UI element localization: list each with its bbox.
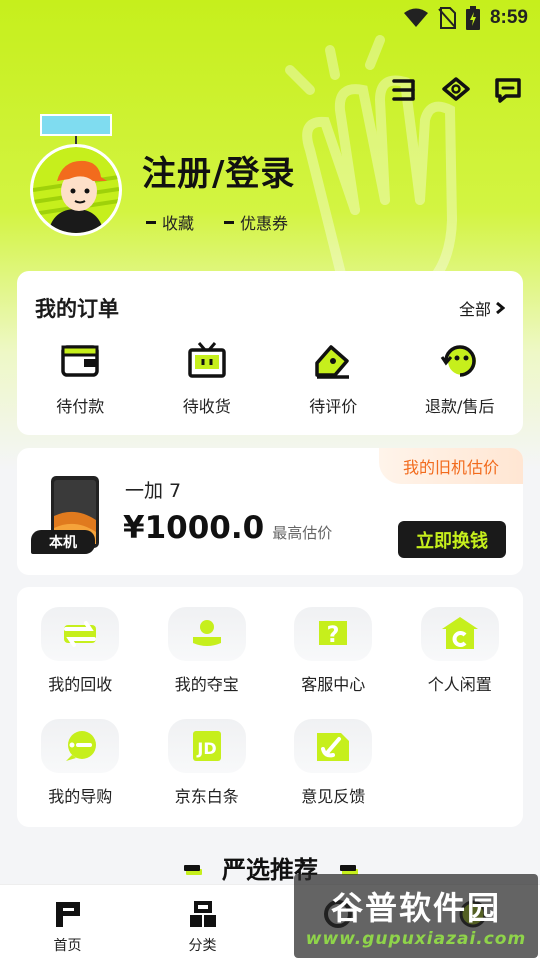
service-jd-baitiao[interactable]: JD 京东白条 [144,719,271,807]
tv-box-icon [188,342,226,378]
scan-button[interactable] [390,76,418,104]
no-sim-icon [438,7,456,29]
avatar-cartoon-icon [33,147,119,233]
device-tag: 本机 [31,530,95,554]
orders-title: 我的订单 [35,297,119,321]
service-personal-idle[interactable]: 个人闲置 [397,607,524,695]
service-label: 京东白条 [174,787,239,806]
service-label: 我的回收 [48,675,113,694]
wallet-icon [61,345,99,377]
order-item-label: 退款/售后 [425,397,495,416]
service-customer-center[interactable]: ? 客服中心 [270,607,397,695]
chevron-right-icon [496,301,505,315]
order-pending-payment[interactable]: 待付款 [17,341,144,417]
order-item-label: 待付款 [56,397,105,416]
order-pending-receipt[interactable]: 待收货 [144,341,271,417]
settings-icon [442,77,470,101]
avatar-area[interactable] [30,114,122,236]
order-item-label: 待收货 [182,397,231,416]
home-icon [55,902,80,927]
device-name: 一加 7 [125,480,182,502]
chat-guide-icon [66,731,97,761]
pen-review-icon [315,345,350,379]
svg-text:?: ? [327,623,340,648]
feedback-icon [317,733,350,761]
service-my-recycle[interactable]: 我的回收 [17,607,144,695]
service-label: 我的夺宝 [174,675,239,694]
wifi-icon [403,8,428,27]
watermark-title: 谷普软件园 [330,889,501,927]
status-time: 8:59 [489,7,528,28]
service-feedback[interactable]: 意见反馈 [270,719,397,807]
dash-icon [340,864,356,871]
message-icon [495,78,521,103]
dash-icon [146,220,156,224]
avatar-tag [40,114,112,136]
svg-text:JD: JD [196,739,216,758]
orders-all-label: 全部 [458,300,491,319]
price-note: 最高估价 [272,524,333,542]
nav-home[interactable]: 首页 [0,885,135,960]
watermark-url: www.gupuxiazai.com [305,929,527,949]
nav-category[interactable]: 分类 [135,885,270,960]
battery-charging-icon [465,6,480,30]
profile-quick-links: 收藏 优惠券 [146,210,288,234]
jd-icon: JD [192,731,221,761]
help-icon: ? [319,621,348,648]
order-refund[interactable]: 退款/售后 [397,341,524,417]
settings-button[interactable] [442,76,470,104]
nav-label: 首页 [53,938,82,954]
login-link[interactable]: 注册/登录 [142,146,295,195]
dash-icon [184,864,200,871]
scan-icon [392,79,415,101]
service-label: 个人闲置 [427,675,492,694]
order-item-label: 待评价 [309,397,358,416]
service-label: 客服中心 [301,675,366,694]
dash-icon [224,220,235,224]
treasure-icon [192,620,221,646]
coupons-label: 优惠券 [240,214,289,233]
category-icon [189,901,216,927]
estimated-price: ¥1000.0 [123,510,265,546]
favorites-link[interactable]: 收藏 [146,210,194,234]
idle-icon [441,617,478,649]
trade-in-card[interactable]: 我的旧机估价 本机 一加 7 ¥1000.0 最高估价 立即换钱 [17,448,523,575]
service-label: 我的导购 [48,787,113,806]
recycle-icon [64,621,97,647]
services-card: 我的回收 我的夺宝 ? 客服中心 个人闲置 我的导购 JD 京东白条 意见反馈 [17,587,523,827]
service-my-treasure[interactable]: 我的夺宝 [144,607,271,695]
trade-in-ribbon: 我的旧机估价 [379,448,523,484]
orders-all-link[interactable]: 全部 [459,296,505,320]
service-label: 意见反馈 [301,787,366,806]
status-bar: 8:59 [0,0,540,36]
favorites-label: 收藏 [162,214,195,233]
orders-card: 我的订单 全部 待付款 待收货 待评价 退款/售后 [17,271,523,435]
header-actions [390,76,522,104]
avatar[interactable] [30,144,122,236]
coupons-link[interactable]: 优惠券 [224,210,288,234]
messages-button[interactable] [494,76,522,104]
refund-icon [440,345,476,377]
service-my-guide[interactable]: 我的导购 [17,719,144,807]
nav-label: 分类 [188,938,217,954]
cash-out-button[interactable]: 立即换钱 [398,521,506,558]
watermark: 谷普软件园 www.gupuxiazai.com [294,874,538,958]
order-pending-review[interactable]: 待评价 [270,341,397,417]
